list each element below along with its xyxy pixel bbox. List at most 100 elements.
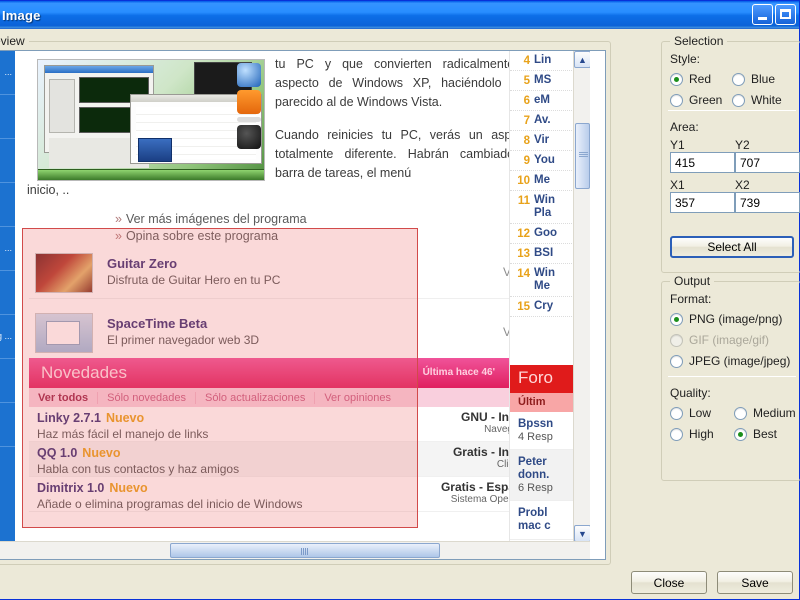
globe-gadget-icon [237,63,261,87]
program-screenshot [37,59,265,181]
novedades-desc: Habla con tus contactos y haz amigos [37,462,240,476]
close-button[interactable]: Close [631,571,707,594]
quality-option-medium[interactable]: Medium [734,406,798,420]
novedades-name[interactable]: Linky 2.7.1 Nuevo [37,411,144,425]
program-row[interactable]: Guitar Zero Disfruta de Guitar Hero en t… [29,247,539,299]
page-left-navigation: ... ... g ... [0,51,15,542]
novedades-last-update: Última hace 46' [422,367,495,378]
preview-vertical-scrollbar[interactable]: ▲ ▼ [573,51,590,542]
novedades-row[interactable]: Dimitrix 1.0 Nuevo Añade o elimina progra… [29,477,539,512]
y1-input[interactable] [670,152,735,173]
radio-icon[interactable] [670,427,683,441]
window-buttons [752,4,796,25]
y1-label: Y1 [670,138,685,152]
novedades-row[interactable]: Linky 2.7.1 Nuevo Haz más fácil el manejo… [29,407,539,442]
radio-icon[interactable] [732,93,745,107]
output-group-label: Output [670,274,715,288]
style-option-green[interactable]: Green [670,93,732,107]
scroll-down-icon[interactable]: ▼ [574,525,590,542]
novedades-tabs: Ver todos Sólo novedades Sólo actualizac… [29,388,539,407]
chevron-icon: » [115,229,122,243]
program-thumbnail [35,313,93,353]
scroll-right-icon[interactable]: ❯ [605,541,606,559]
novedades-section: Novedades Última hace 46' ★ Ver todos Só… [29,358,539,512]
calendar-gadget-icon [237,90,261,114]
radio-icon[interactable] [670,354,683,368]
nav-item[interactable]: ... [0,227,15,271]
format-option-png[interactable]: PNG (image/png) [670,312,798,326]
article-text: tu PC y que convierten radicalmente el a… [275,55,535,197]
quality-option-high[interactable]: High [670,427,734,441]
novedades-name[interactable]: Dimitrix 1.0 Nuevo [37,481,148,495]
radio-icon[interactable] [670,93,683,107]
scroll-up-icon[interactable]: ▲ [574,51,590,68]
maximize-icon[interactable] [775,4,796,25]
tab-solo-actualizaciones[interactable]: Sólo actualizaciones [196,391,316,404]
program-title[interactable]: SpaceTime Beta [107,316,207,331]
minimize-icon[interactable] [752,4,773,25]
article-links: » Ver más imágenes del programa » Opina so… [115,211,535,245]
tab-solo-novedades[interactable]: Sólo novedades [98,391,197,404]
article-paragraph: tu PC y que convierten radicalmente el a… [275,57,535,109]
format-option-gif: GIF (image/gif) [670,333,798,347]
program-description: El primer navegador web 3D [107,333,260,347]
selection-group-label: Selection [670,34,728,48]
format-label: Format: [670,292,712,306]
preview-group: Preview ... ... g ... [0,34,611,565]
quality-label: Quality: [670,386,711,400]
novedades-row[interactable]: QQ 1.0 Nuevo Habla con tus contactos y ha… [29,442,539,477]
window-title: Save Image [0,7,41,23]
style-option-red[interactable]: Red [670,72,732,86]
format-option-jpeg[interactable]: JPEG (image/jpeg) [670,354,798,368]
nav-item[interactable]: ... [0,51,15,95]
novedades-desc: Añade o elimina programas del inicio de … [37,497,303,511]
radio-icon[interactable] [734,427,747,441]
screenshot-window-blue [138,138,172,162]
x1-input[interactable] [670,192,735,213]
tab-ver-opiniones[interactable]: Ver opiniones [315,392,400,404]
nav-item[interactable] [0,271,15,315]
divider [668,376,796,377]
quality-option-best[interactable]: Best [734,427,798,441]
novedades-title: Novedades [41,363,128,382]
nav-item[interactable] [0,139,15,183]
save-button[interactable]: Save [717,571,793,594]
nav-item[interactable] [0,403,15,447]
area-label: Area: [670,120,699,134]
program-description: Disfruta de Guitar Hero en tu PC [107,273,281,287]
nav-item[interactable] [0,95,15,139]
quality-option-low[interactable]: Low [670,406,734,420]
program-thumbnail [35,253,93,293]
nav-item[interactable] [0,359,15,403]
horizontal-scroll-thumb[interactable] [170,543,440,558]
novedades-name[interactable]: QQ 1.0 Nuevo [37,446,121,460]
screenshot-taskbar [38,169,264,180]
radio-icon[interactable] [670,312,683,326]
tab-ver-todos[interactable]: Ver todos [29,391,99,404]
y2-input[interactable] [735,152,800,173]
radio-icon[interactable] [732,72,745,86]
preview-horizontal-scrollbar[interactable] [0,541,590,559]
x2-input[interactable] [735,192,800,213]
style-option-white[interactable]: White [732,93,794,107]
nav-item[interactable]: g ... [0,315,15,359]
program-title[interactable]: Guitar Zero [107,256,177,271]
slider-gadget-icon [237,117,261,122]
new-badge: Nuevo [109,481,148,495]
select-all-button[interactable]: Select All [670,236,794,258]
program-row[interactable]: SpaceTime Beta El primer navegador web 3… [29,307,539,359]
radio-icon[interactable] [734,406,747,420]
radio-icon[interactable] [670,406,683,420]
link-opinions[interactable]: » Opina sobre este programa [115,228,535,245]
preview-group-label: Preview [0,34,29,48]
radio-icon[interactable] [670,72,683,86]
style-label: Style: [670,52,701,66]
preview-canvas[interactable]: ... ... g ... [0,50,606,560]
vertical-scroll-thumb[interactable] [575,123,590,189]
novedades-header: Novedades Última hace 46' ★ [29,358,539,388]
style-option-blue[interactable]: Blue [732,72,794,86]
new-badge: Nuevo [82,446,121,460]
nav-item[interactable] [0,183,15,227]
link-more-images[interactable]: » Ver más imágenes del programa [115,211,535,228]
clock-gadget-icon [237,125,261,149]
